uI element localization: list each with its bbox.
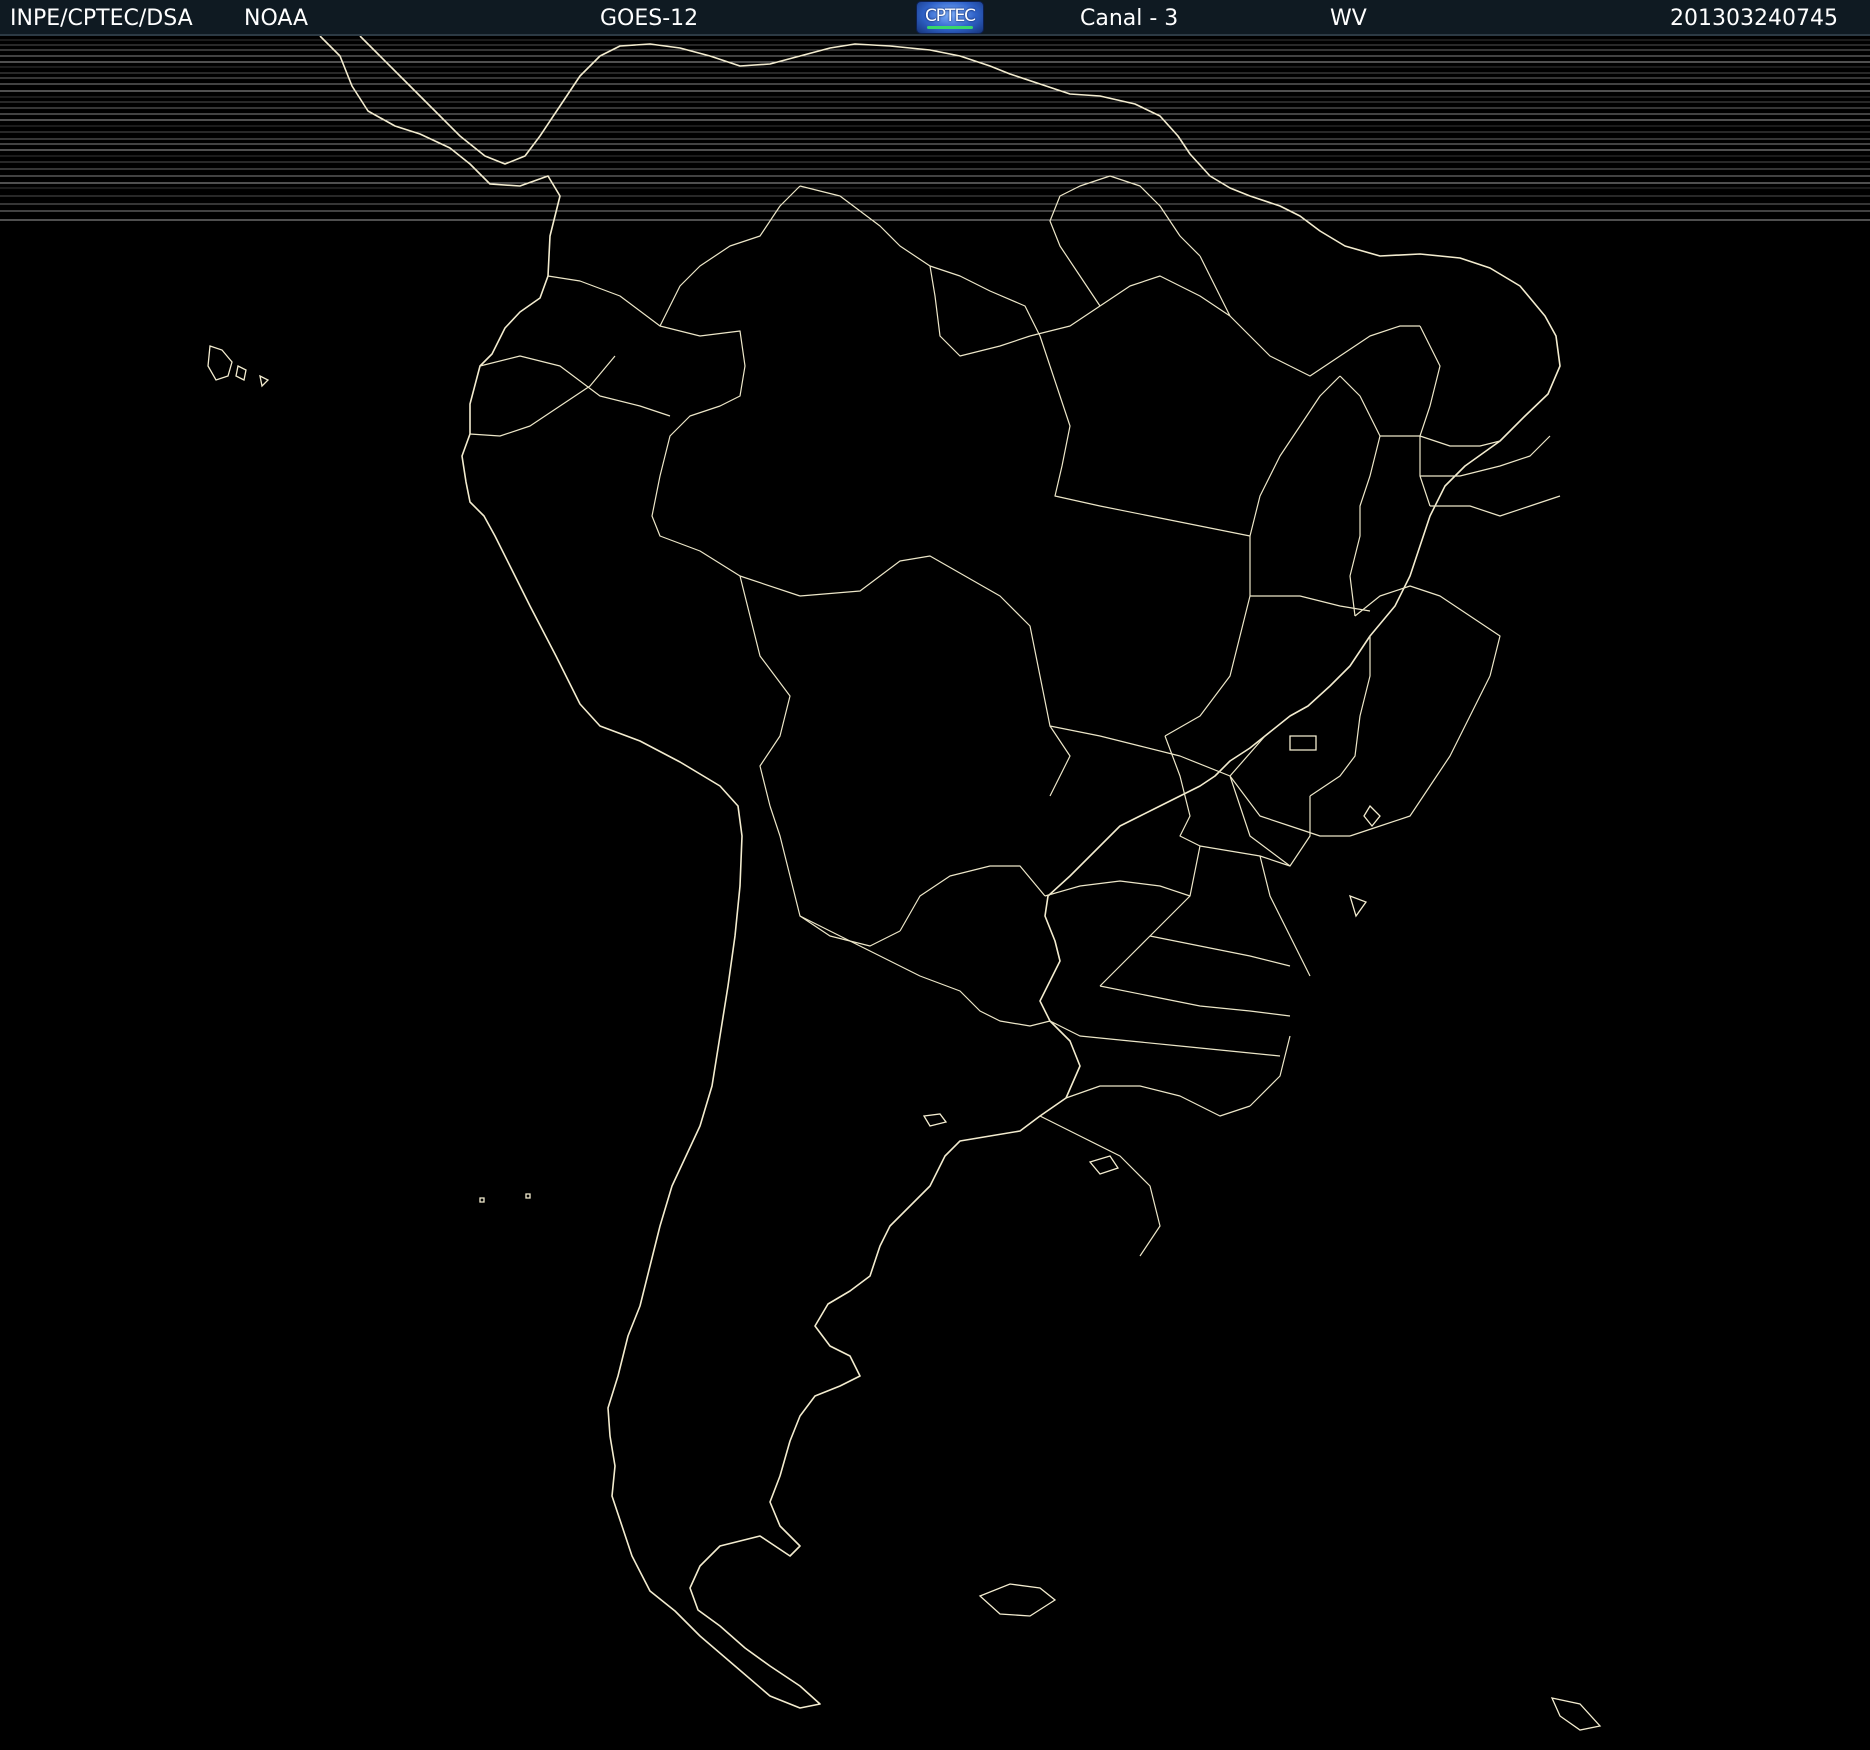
- coastline-continent: [319, 36, 1561, 1709]
- agency-label: INPE/CPTEC/DSA: [10, 6, 193, 31]
- organization-label: NOAA: [244, 6, 309, 31]
- scan-line-noise: [0, 39, 1870, 221]
- satellite-map: [0, 36, 1870, 1750]
- islands: [207, 345, 1602, 1731]
- cptec-logo-text: CPTEC: [924, 6, 976, 26]
- cptec-logo: CPTEC: [916, 1, 984, 34]
- political-borders: [469, 175, 1561, 1257]
- logo-swoosh-icon: [927, 26, 973, 29]
- map-svg: [0, 36, 1870, 1731]
- channel-label: Canal - 3: [1080, 6, 1179, 31]
- timestamp-label: 201303240745: [1670, 6, 1838, 31]
- band-label: WV: [1330, 6, 1367, 31]
- satellite-label: GOES-12: [600, 6, 699, 31]
- image-header-bar: INPE/CPTEC/DSA NOAA GOES-12 CPTEC Canal …: [0, 0, 1870, 36]
